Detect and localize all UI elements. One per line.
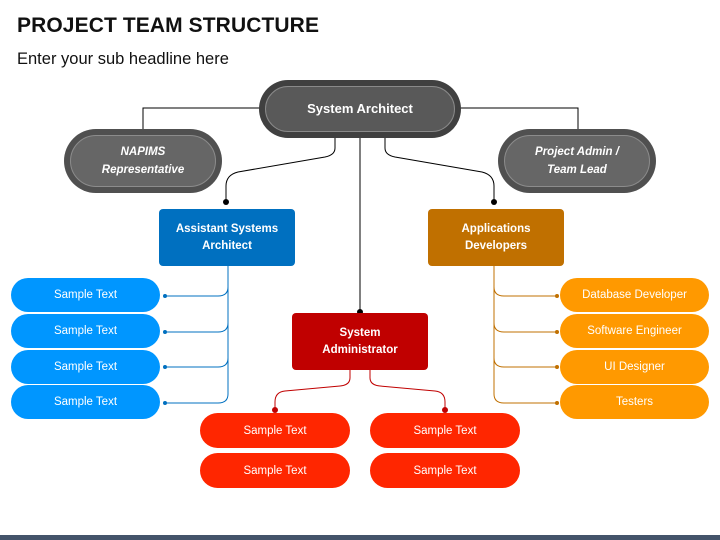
sysadmin-right-item[interactable]: Sample Text (370, 453, 520, 488)
connector-dot (163, 401, 167, 405)
connector-dot (555, 294, 559, 298)
project-admin-label-line1: Project Admin / (535, 146, 619, 158)
sysadmin-label-line2: Administrator (322, 343, 398, 356)
system-architect-label: System Architect (265, 86, 455, 132)
assistant-item[interactable]: Sample Text (11, 314, 160, 348)
napims-representative-node[interactable]: NAPIMS Representative (64, 129, 222, 193)
assistant-item[interactable]: Sample Text (11, 350, 160, 384)
sysadmin-item-label: Sample Text (413, 464, 477, 477)
assistant-label-line1: Assistant Systems (175, 222, 279, 235)
sysadmin-item-label: Sample Text (243, 464, 307, 477)
connector-dot (491, 199, 497, 205)
assistant-item[interactable]: Sample Text (11, 385, 160, 419)
developer-item-label: Database Developer (582, 289, 687, 301)
developer-item-testers[interactable]: Testers (560, 385, 709, 419)
assistant-label-line2: Architect (202, 239, 252, 252)
project-admin-node[interactable]: Project Admin / Team Lead (498, 129, 656, 193)
sysadmin-item-label: Sample Text (243, 424, 307, 437)
napims-label-line1: NAPIMS (120, 146, 166, 158)
developer-item-label: UI Designer (604, 361, 665, 373)
assistant-item[interactable]: Sample Text (11, 278, 160, 312)
assistant-item-label: Sample Text (53, 396, 118, 408)
connector-dot (555, 401, 559, 405)
connector-dot (555, 330, 559, 334)
developer-item-ui-designer[interactable]: UI Designer (560, 350, 709, 384)
napims-label-line2: Representative (101, 164, 185, 176)
developer-item-software-engineer[interactable]: Software Engineer (560, 314, 709, 348)
sysadmin-left-item[interactable]: Sample Text (200, 413, 350, 448)
applications-developers-node[interactable]: Applications Developers (428, 209, 564, 266)
connector-dot (163, 330, 167, 334)
developer-item-label: Testers (615, 396, 654, 408)
developer-item-label: Software Engineer (587, 325, 682, 337)
developers-label-line2: Developers (464, 239, 527, 252)
connector-dot (163, 365, 167, 369)
developer-item-database-developer[interactable]: Database Developer (560, 278, 709, 312)
sysadmin-right-item[interactable]: Sample Text (370, 413, 520, 448)
connector-root-assistant (225, 138, 336, 202)
connectors-assistant (165, 265, 229, 404)
connectors-developers (493, 265, 557, 404)
connector-dot (223, 199, 229, 205)
assistant-item-label: Sample Text (53, 289, 118, 301)
system-administrator-node[interactable]: System Administrator (292, 313, 428, 370)
system-architect-node[interactable]: System Architect (259, 80, 461, 138)
developers-label-line1: Applications (461, 222, 531, 235)
connector-dot (555, 365, 559, 369)
connector-root-developers (384, 138, 495, 202)
assistant-item-label: Sample Text (53, 325, 118, 337)
connectors-sysadmin (274, 370, 446, 410)
footer-bar (0, 535, 720, 540)
assistant-item-label: Sample Text (53, 361, 118, 373)
sysadmin-left-item[interactable]: Sample Text (200, 453, 350, 488)
sysadmin-label-line1: System (339, 326, 381, 339)
connector-dot (163, 294, 167, 298)
sysadmin-item-label: Sample Text (413, 424, 477, 437)
project-admin-label-line2: Team Lead (547, 164, 607, 176)
assistant-systems-architect-node[interactable]: Assistant Systems Architect (159, 209, 295, 266)
